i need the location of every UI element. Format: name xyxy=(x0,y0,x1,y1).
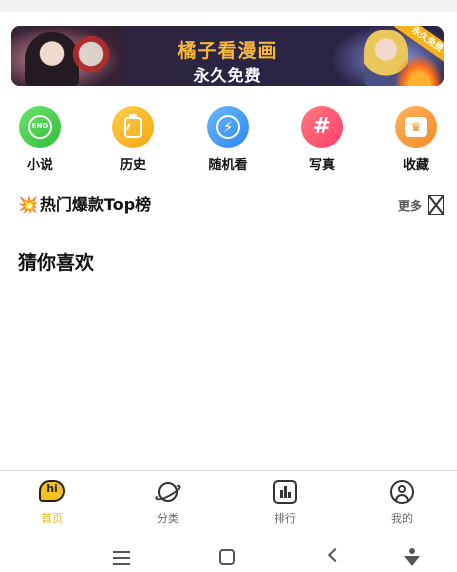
banner-subtitle: 永久免费 xyxy=(193,66,262,85)
tab-label: 首页 xyxy=(41,512,63,525)
quick-nav-novel[interactable]: END 小说 xyxy=(10,106,70,173)
system-nav-bar xyxy=(0,540,457,572)
tab-ranking[interactable]: 排行 xyxy=(250,479,320,526)
guess-section-title: 猜你喜欢 xyxy=(18,252,95,274)
hashtag-icon: # xyxy=(301,106,343,148)
crown-icon: ♛ xyxy=(395,106,437,148)
tab-label: 分类 xyxy=(157,512,179,525)
quick-nav-label: 写真 xyxy=(308,158,335,173)
tab-profile[interactable]: 我的 xyxy=(367,479,437,526)
quick-nav-label: 收藏 xyxy=(402,158,429,173)
more-label: 更多 xyxy=(397,198,422,213)
broken-image-icon xyxy=(428,195,444,215)
explosion-icon: 💥 xyxy=(18,195,38,214)
tab-home[interactable]: hi 首页 xyxy=(17,479,87,526)
assistant-icon[interactable] xyxy=(400,546,424,568)
more-button[interactable]: 更多 xyxy=(398,194,444,216)
tab-label: 我的 xyxy=(391,512,413,525)
menu-icon[interactable] xyxy=(110,546,134,568)
tab-category[interactable]: 分类 xyxy=(133,479,203,526)
banner-title: 橘子看漫画 xyxy=(177,40,278,62)
hot-section-title: 💥 热门爆款Top榜 xyxy=(18,195,152,214)
lightning-icon: ⚡ xyxy=(207,106,249,148)
bottom-tab-bar: hi 首页 分类 排行 我的 xyxy=(0,470,457,530)
home-square-icon[interactable] xyxy=(215,546,239,568)
quick-nav: END 小说 历史 ⚡ 随机看 # 写真 ♛ 收藏 xyxy=(0,106,457,173)
quick-nav-label: 小说 xyxy=(26,158,53,173)
bar-chart-icon xyxy=(272,479,298,505)
home-bubble-icon: hi xyxy=(39,479,65,505)
status-bar xyxy=(0,0,457,12)
quick-nav-label: 历史 xyxy=(119,158,146,173)
tab-label: 排行 xyxy=(274,512,296,525)
hot-section-header: 💥 热门爆款Top榜 更多 xyxy=(18,193,444,217)
planet-icon xyxy=(153,479,183,505)
history-clipboard-icon xyxy=(112,106,154,148)
quick-nav-photo[interactable]: # 写真 xyxy=(292,106,352,173)
end-badge-icon: END xyxy=(19,106,61,148)
quick-nav-random[interactable]: ⚡ 随机看 xyxy=(198,106,258,173)
promo-banner[interactable]: 橘子看漫画 永久免费 永久免费 xyxy=(11,26,444,86)
quick-nav-label: 随机看 xyxy=(208,158,248,173)
back-icon[interactable] xyxy=(322,546,346,568)
quick-nav-history[interactable]: 历史 xyxy=(103,106,163,173)
user-icon xyxy=(389,479,415,505)
quick-nav-favorites[interactable]: ♛ 收藏 xyxy=(386,106,446,173)
